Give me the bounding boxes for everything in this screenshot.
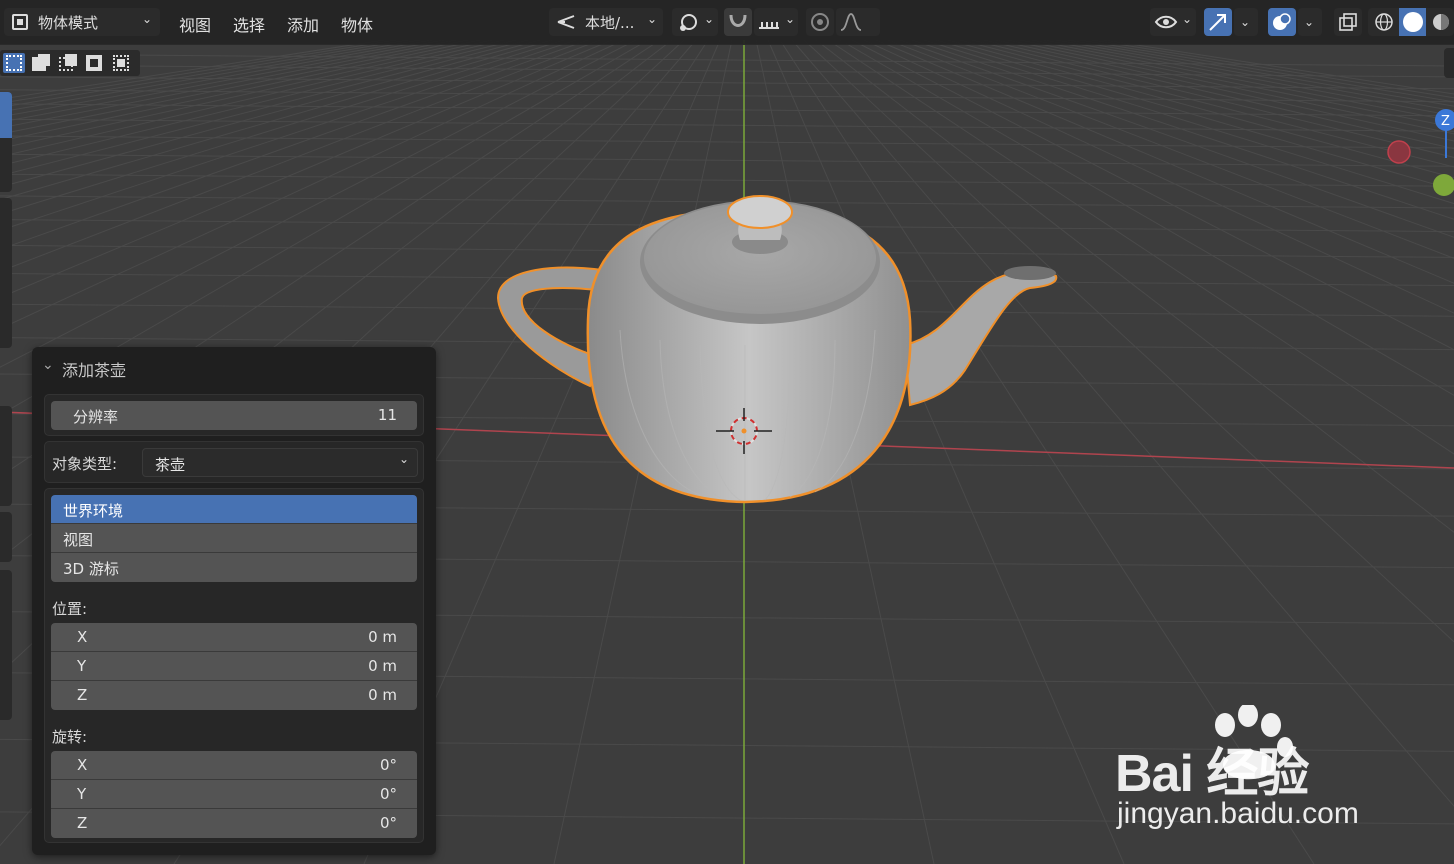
mode-selector[interactable]: 物体模式 ⌄ [4, 8, 160, 36]
gizmo-dropdown[interactable]: ⌄ [1234, 8, 1258, 36]
chevron-down-icon: ⌄ [141, 12, 152, 26]
resolution-label: 分辨率 [73, 408, 119, 426]
xray-toggle[interactable] [1334, 8, 1362, 36]
transform-box: 世界环境 视图 3D 游标 位置: X 0 m Y 0 m Z 0 m 旋转: … [44, 488, 424, 843]
gizmo-arrow-icon [1209, 14, 1226, 31]
falloff-curve-icon [840, 13, 862, 31]
svg-text:Z: Z [1441, 114, 1450, 129]
viewport-header: 物体模式 ⌄ 视图 选择 添加 物体 本地/... ⌄ ⌄ ⌄ ⌄ ⌄ ⌄ [0, 0, 1454, 45]
chevron-down-icon: ⌄ [646, 12, 657, 26]
magnet-icon [729, 14, 747, 27]
location-y-field[interactable]: Y 0 m [51, 652, 417, 681]
resolution-field[interactable]: 分辨率 11 [51, 401, 417, 430]
menu-view[interactable]: 视图 [179, 12, 211, 36]
align-option-world[interactable]: 世界环境 [51, 495, 417, 524]
rotation-label: 旋转: [52, 728, 88, 746]
resolution-value: 11 [377, 406, 397, 424]
location-x-field[interactable]: X 0 m [51, 623, 417, 652]
wireframe-shading-icon[interactable] [1371, 11, 1397, 33]
blender-window: Z 物体模式 ⌄ 视图 选择 添加 物体 本地/... ⌄ ⌄ ⌄ ⌄ ⌄ ⌄ … [0, 0, 1454, 864]
orientation-label: 本地/... [585, 13, 635, 32]
shading-modes [1368, 8, 1454, 36]
toolbar-strip[interactable] [0, 406, 12, 506]
gizmo-neg-x-axis [1387, 140, 1411, 164]
gizmo-toggle[interactable] [1204, 8, 1232, 36]
proportional-editing-toggle[interactable] [806, 8, 834, 36]
location-label: 位置: [52, 600, 88, 618]
align-option-3d-cursor[interactable]: 3D 游标 [51, 553, 417, 582]
overlays-icon [1273, 13, 1291, 30]
collapse-chevron-icon[interactable]: ⌄ [42, 357, 54, 373]
pivot-point-dropdown[interactable]: ⌄ [672, 8, 718, 36]
mode-label: 物体模式 [38, 13, 99, 32]
sidebar-toggle-strip[interactable] [1444, 48, 1454, 78]
orientation-icon [557, 15, 575, 29]
solid-shading-icon[interactable] [1398, 8, 1427, 36]
select-extend-button[interactable] [30, 53, 52, 73]
rotation-y-field[interactable]: Y 0° [51, 780, 417, 809]
object-type-select[interactable]: 茶壶 ⌄ [142, 448, 418, 477]
select-new-button[interactable] [3, 53, 25, 73]
watermark-url: jingyan.baidu.com [1117, 797, 1359, 830]
rotation-x-field[interactable]: X 0° [51, 751, 417, 780]
menu-select[interactable]: 选择 [233, 12, 265, 36]
object-type-box: 对象类型: 茶壶 ⌄ [44, 441, 424, 483]
proportional-editing-icon [811, 13, 829, 31]
eye-icon [1154, 15, 1178, 29]
select-difference-button[interactable] [84, 53, 106, 73]
object-mode-icon [12, 14, 28, 30]
object-type-value: 茶壶 [155, 456, 186, 474]
overlays-toggle[interactable] [1268, 8, 1296, 36]
overlays-dropdown[interactable]: ⌄ [1298, 8, 1322, 36]
toolbar-strip[interactable] [0, 570, 12, 720]
chevron-down-icon: ⌄ [1181, 12, 1192, 26]
object-visibility-dropdown[interactable]: ⌄ [1150, 8, 1196, 36]
baidu-jingyan-watermark: Bai 经验 jingyan.baidu.com [1115, 705, 1445, 835]
chevron-down-icon: ⌄ [1240, 15, 1251, 29]
transform-orientation-dropdown[interactable]: 本地/... ⌄ [549, 8, 663, 36]
select-subtract-button[interactable] [57, 53, 79, 73]
selection-mode-buttons [0, 50, 140, 76]
snap-toggle[interactable] [724, 8, 752, 36]
chevron-down-icon: ⌄ [398, 452, 409, 466]
menu-add[interactable]: 添加 [287, 12, 319, 36]
active-tool-indicator [0, 92, 12, 138]
toolbar-strip[interactable] [0, 512, 12, 562]
select-intersect-button[interactable] [111, 53, 133, 73]
falloff-dropdown[interactable] [836, 8, 880, 36]
panel-title: 添加茶壶 [62, 361, 127, 380]
chevron-down-icon: ⌄ [1304, 15, 1315, 29]
watermark-brand: Bai 经验 [1115, 745, 1309, 803]
toolbar-strip[interactable] [0, 92, 12, 192]
rotation-z-field[interactable]: Z 0° [51, 809, 417, 838]
object-type-label: 对象类型: [52, 455, 118, 473]
teapot-object[interactable] [496, 195, 1058, 504]
snap-increment-icon [759, 22, 779, 29]
toolbar-strip[interactable] [0, 198, 12, 348]
location-z-field[interactable]: Z 0 m [51, 681, 417, 710]
pivot-point-icon [680, 14, 697, 31]
align-option-view[interactable]: 视图 [51, 524, 417, 553]
menu-object[interactable]: 物体 [341, 12, 373, 36]
chevron-down-icon: ⌄ [703, 12, 714, 26]
xray-icon [1339, 13, 1357, 31]
gizmo-y-axis [1433, 174, 1454, 196]
material-shading-icon[interactable] [1428, 11, 1454, 33]
select-box-icon [6, 55, 22, 71]
redo-last-panel: ⌄ 添加茶壶 分辨率 11 对象类型: 茶壶 ⌄ 世界环境 视图 3D 游标 位… [32, 347, 436, 855]
resolution-box: 分辨率 11 [44, 394, 424, 436]
chevron-down-icon: ⌄ [784, 12, 795, 26]
snap-target-dropdown[interactable]: ⌄ [754, 8, 798, 36]
